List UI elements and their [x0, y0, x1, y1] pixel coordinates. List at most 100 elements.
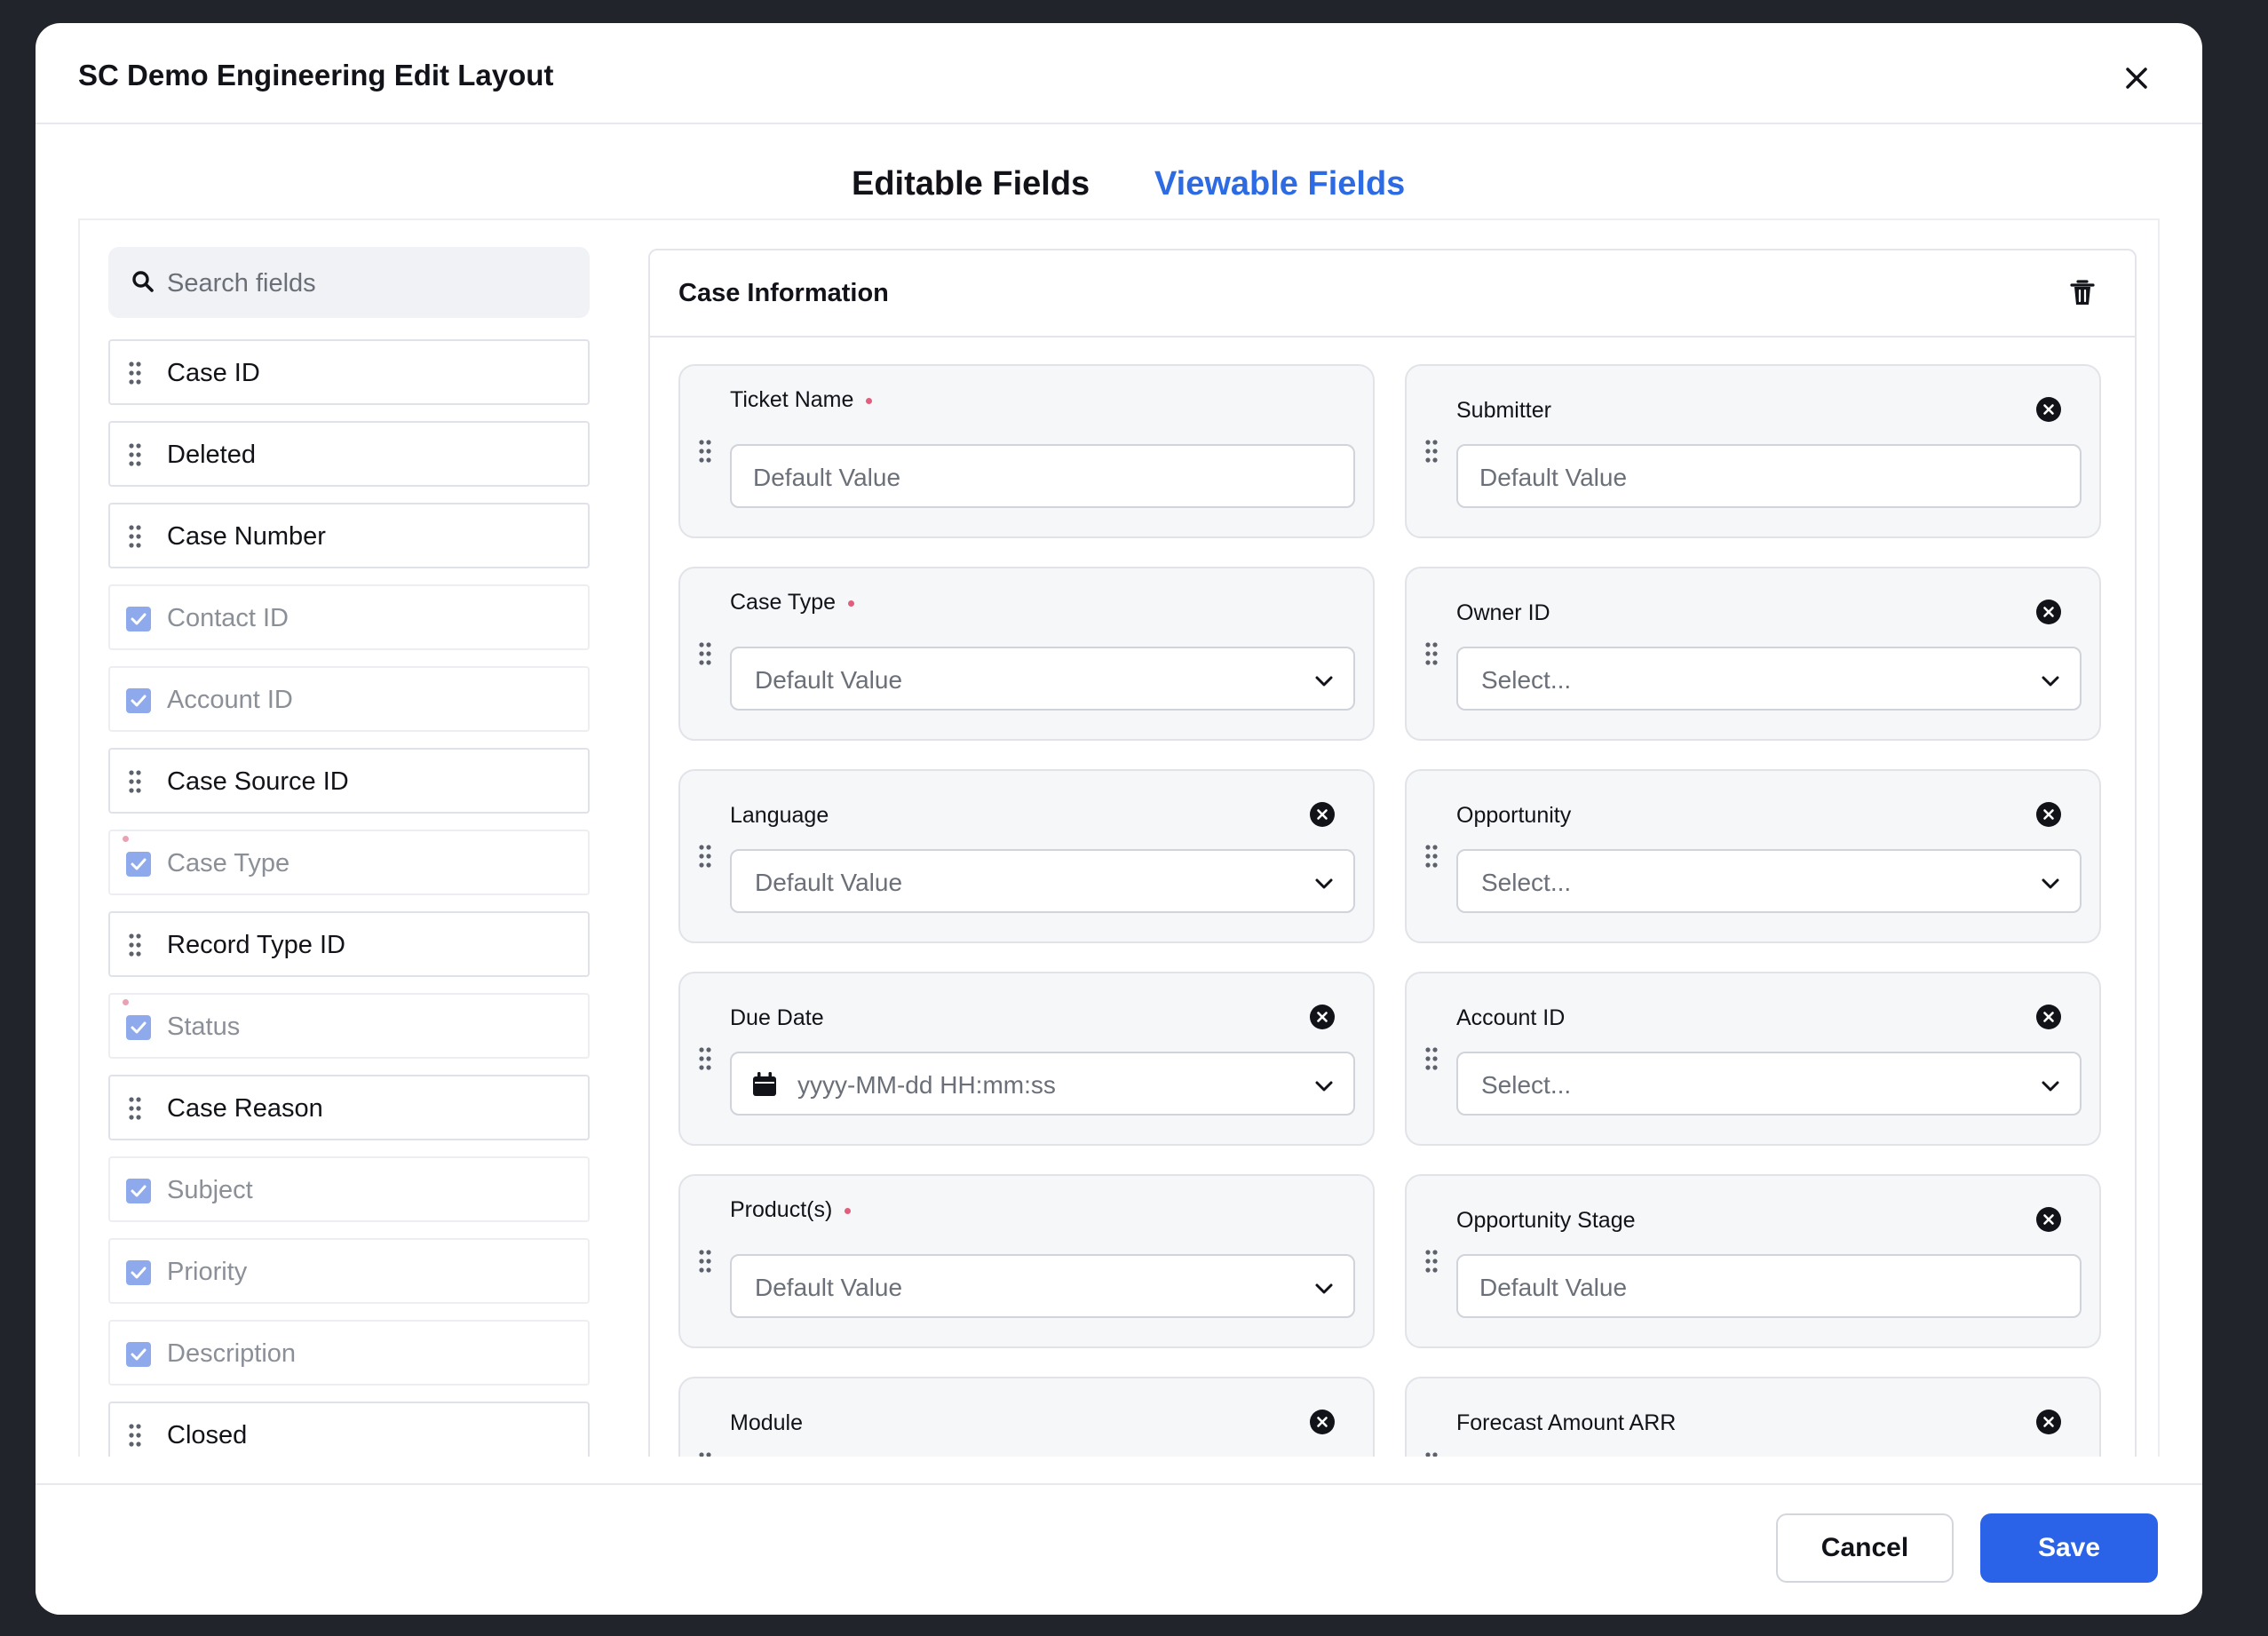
field-list-item[interactable]: Case Reason: [108, 1075, 590, 1140]
field-card-label-row: Forecast Amount ARR: [1456, 1410, 1676, 1436]
cancel-button[interactable]: Cancel: [1776, 1513, 1954, 1583]
drag-handle-icon[interactable]: [1424, 1046, 1439, 1076]
field-card-label-row: Module: [730, 1410, 803, 1436]
close-icon[interactable]: [2115, 57, 2158, 99]
drag-handle-icon[interactable]: [1424, 641, 1439, 671]
modal-header: SC Demo Engineering Edit Layout: [36, 23, 2202, 124]
field-card[interactable]: Product(s) Default Value: [678, 1174, 1375, 1348]
select-field[interactable]: Default Value: [730, 647, 1355, 711]
select-field[interactable]: Select...: [1456, 647, 2082, 711]
tab-viewable-fields[interactable]: Viewable Fields: [1154, 165, 1405, 203]
drag-handle-icon[interactable]: [128, 769, 142, 798]
field-list-item-label: Record Type ID: [167, 931, 345, 959]
field-card[interactable]: Forecast Amount ARR: [1405, 1377, 2101, 1457]
field-card-label-row: Case Type: [730, 590, 855, 615]
field-card[interactable]: Owner ID Select...: [1405, 567, 2101, 741]
search-input[interactable]: [165, 259, 559, 307]
remove-field-icon[interactable]: [2035, 396, 2062, 427]
chevron-down-icon[interactable]: [2039, 670, 2062, 697]
drag-handle-icon[interactable]: [128, 524, 142, 553]
chevron-down-icon[interactable]: [1312, 1075, 1336, 1102]
chevron-down-icon[interactable]: [1312, 1277, 1336, 1305]
field-card[interactable]: Ticket Name Default Value: [678, 364, 1375, 538]
drag-handle-icon[interactable]: [698, 844, 712, 873]
field-list-item[interactable]: Contact ID: [108, 584, 590, 650]
drag-handle-icon[interactable]: [1424, 1249, 1439, 1278]
field-card-label-row: Owner ID: [1456, 600, 1550, 626]
field-list-item[interactable]: Case Source ID: [108, 748, 590, 814]
field-list-item[interactable]: Case ID: [108, 339, 590, 405]
select-field[interactable]: Default Value: [730, 849, 1355, 913]
remove-field-icon[interactable]: [2035, 599, 2062, 630]
field-card[interactable]: Module: [678, 1377, 1375, 1457]
drag-handle-icon[interactable]: [1424, 439, 1439, 468]
drag-handle-icon[interactable]: [698, 1046, 712, 1076]
field-list-item[interactable]: Closed: [108, 1402, 590, 1457]
field-list-item[interactable]: Account ID: [108, 666, 590, 732]
drag-handle-icon[interactable]: [698, 1451, 712, 1457]
field-list-item-label: Account ID: [167, 686, 293, 714]
field-card-label-row: Submitter: [1456, 398, 1551, 424]
drag-handle-icon[interactable]: [698, 641, 712, 671]
field-list-item[interactable]: Deleted: [108, 421, 590, 487]
field-card[interactable]: Submitter Default Value: [1405, 364, 2101, 538]
select-field[interactable]: Select...: [1456, 849, 2082, 913]
remove-field-icon[interactable]: [1309, 1004, 1336, 1035]
drag-handle-icon[interactable]: [1424, 1451, 1439, 1457]
drag-handle-icon[interactable]: [698, 1249, 712, 1278]
drag-handle-icon[interactable]: [128, 442, 142, 472]
text-field[interactable]: Default Value: [1456, 444, 2082, 508]
field-card-label-row: Product(s): [730, 1197, 852, 1223]
checkbox-checked-icon[interactable]: [126, 852, 151, 877]
field-list-item-label: Description: [167, 1339, 297, 1368]
text-field[interactable]: Default Value: [1456, 1254, 2082, 1318]
field-card[interactable]: Opportunity Select...: [1405, 769, 2101, 943]
field-card-label: Opportunity Stage: [1456, 1208, 1636, 1233]
checkbox-checked-icon[interactable]: [126, 1179, 151, 1203]
drag-handle-icon[interactable]: [698, 439, 712, 468]
drag-handle-icon[interactable]: [128, 361, 142, 390]
field-list-item[interactable]: Case Number: [108, 503, 590, 568]
edit-layout-modal: SC Demo Engineering Edit Layout Editable…: [36, 23, 2202, 1615]
field-card[interactable]: Due Date yyyy-MM-dd HH:mm:ss: [678, 972, 1375, 1146]
remove-field-icon[interactable]: [2035, 1409, 2062, 1440]
drag-handle-icon[interactable]: [1424, 844, 1439, 873]
chevron-down-icon[interactable]: [2039, 872, 2062, 900]
select-field[interactable]: Select...: [1456, 1052, 2082, 1116]
field-list-item[interactable]: Subject: [108, 1156, 590, 1222]
field-list-item[interactable]: Priority: [108, 1238, 590, 1304]
remove-field-icon[interactable]: [2035, 1004, 2062, 1035]
field-list-item[interactable]: Description: [108, 1320, 590, 1386]
tab-editable-fields[interactable]: Editable Fields: [852, 165, 1090, 203]
date-picker[interactable]: yyyy-MM-dd HH:mm:ss: [730, 1052, 1355, 1116]
remove-field-icon[interactable]: [1309, 801, 1336, 832]
text-field[interactable]: Default Value: [730, 444, 1355, 508]
checkbox-checked-icon[interactable]: [126, 1342, 151, 1367]
field-card[interactable]: Opportunity Stage Default Value: [1405, 1174, 2101, 1348]
field-card[interactable]: Case Type Default Value: [678, 567, 1375, 741]
save-button[interactable]: Save: [1980, 1513, 2158, 1583]
select-field[interactable]: Default Value: [730, 1254, 1355, 1318]
drag-handle-icon[interactable]: [128, 933, 142, 962]
chevron-down-icon[interactable]: [1312, 872, 1336, 900]
field-list-item[interactable]: Record Type ID: [108, 911, 590, 977]
drag-handle-icon[interactable]: [128, 1423, 142, 1452]
field-list-item[interactable]: Case Type: [108, 830, 590, 895]
search-box[interactable]: [108, 247, 590, 318]
field-placeholder: yyyy-MM-dd HH:mm:ss: [797, 1071, 1056, 1099]
remove-field-icon[interactable]: [1309, 1409, 1336, 1440]
remove-field-icon[interactable]: [2035, 801, 2062, 832]
required-indicator: [845, 1207, 852, 1214]
drag-handle-icon[interactable]: [128, 1096, 142, 1125]
checkbox-checked-icon[interactable]: [126, 1015, 151, 1040]
checkbox-checked-icon[interactable]: [126, 607, 151, 631]
checkbox-checked-icon[interactable]: [126, 688, 151, 713]
chevron-down-icon[interactable]: [2039, 1075, 2062, 1102]
field-card[interactable]: Language Default Value: [678, 769, 1375, 943]
chevron-down-icon[interactable]: [1312, 670, 1336, 697]
trash-icon[interactable]: [2069, 279, 2096, 312]
checkbox-checked-icon[interactable]: [126, 1260, 151, 1285]
field-list-item[interactable]: Status: [108, 993, 590, 1059]
remove-field-icon[interactable]: [2035, 1206, 2062, 1237]
field-card[interactable]: Account ID Select...: [1405, 972, 2101, 1146]
